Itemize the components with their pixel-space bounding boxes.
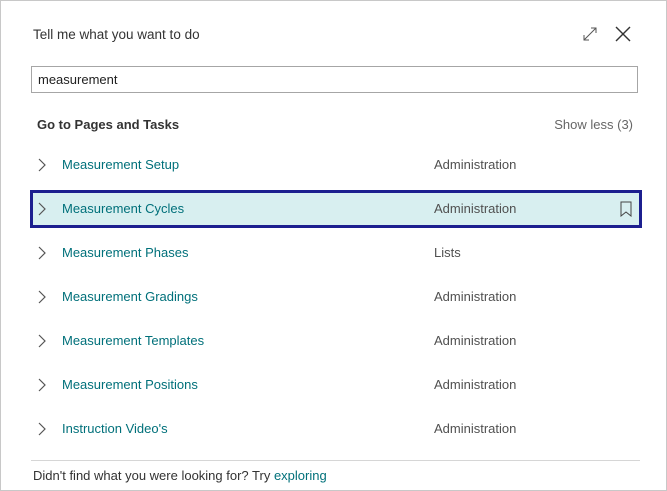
chevron-right-icon — [38, 378, 46, 392]
result-category: Lists — [434, 245, 461, 260]
search-input[interactable] — [31, 66, 638, 93]
footer: Didn't find what you were looking for? T… — [33, 468, 327, 483]
result-name[interactable]: Instruction Video's — [62, 421, 168, 436]
result-name[interactable]: Measurement Positions — [62, 377, 198, 392]
chevron-right-icon — [38, 290, 46, 304]
dialog-title: Tell me what you want to do — [33, 27, 200, 42]
result-category: Administration — [434, 377, 517, 392]
result-row-measurement-cycles[interactable]: Measurement Cycles Administration — [30, 190, 642, 228]
chevron-right-icon — [38, 202, 46, 216]
tell-me-dialog: Tell me what you want to do Go to Pages … — [0, 0, 667, 491]
result-category: Administration — [434, 289, 517, 304]
expand-icon[interactable] — [581, 25, 599, 43]
result-name[interactable]: Measurement Gradings — [62, 289, 198, 304]
footer-text: Didn't find what you were looking for? T… — [33, 468, 274, 483]
result-row-measurement-positions[interactable]: Measurement Positions Administration — [30, 363, 642, 407]
chevron-right-icon — [38, 158, 46, 172]
chevron-right-icon — [38, 334, 46, 348]
result-category: Administration — [434, 157, 517, 172]
result-name[interactable]: Measurement Templates — [62, 333, 204, 348]
show-less-link[interactable]: Show less (3) — [554, 117, 633, 132]
chevron-right-icon — [38, 422, 46, 436]
result-category: Administration — [434, 421, 517, 436]
chevron-right-icon — [38, 246, 46, 260]
result-row-measurement-gradings[interactable]: Measurement Gradings Administration — [30, 275, 642, 319]
result-row-measurement-phases[interactable]: Measurement Phases Lists — [30, 231, 642, 275]
result-name[interactable]: Measurement Phases — [62, 245, 188, 260]
footer-divider — [31, 460, 640, 461]
result-name[interactable]: Measurement Setup — [62, 157, 179, 172]
exploring-link[interactable]: exploring — [274, 468, 327, 483]
result-row-instruction-videos[interactable]: Instruction Video's Administration — [30, 407, 642, 451]
result-name[interactable]: Measurement Cycles — [62, 201, 184, 216]
result-list: Measurement Setup Administration Measure… — [30, 143, 642, 451]
result-row-measurement-setup[interactable]: Measurement Setup Administration — [30, 143, 642, 187]
bookmark-icon[interactable] — [620, 201, 632, 217]
result-category: Administration — [434, 333, 517, 348]
result-category: Administration — [434, 201, 517, 216]
section-title: Go to Pages and Tasks — [37, 117, 180, 132]
result-row-measurement-templates[interactable]: Measurement Templates Administration — [30, 319, 642, 363]
close-icon[interactable] — [613, 24, 633, 44]
